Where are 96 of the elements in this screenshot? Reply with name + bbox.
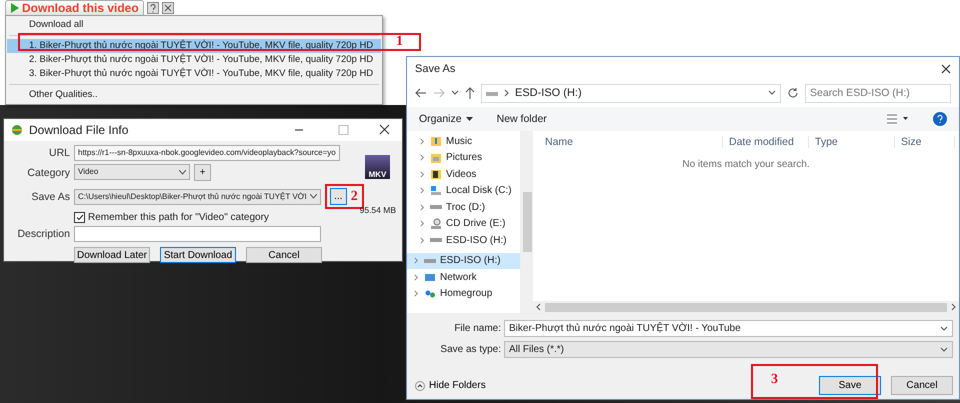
organize-menu[interactable]: Organize — [419, 113, 473, 125]
chevron-down-icon[interactable] — [940, 347, 948, 352]
view-options-icon[interactable] — [887, 114, 909, 124]
url-field[interactable]: https://r1---sn-8pxuuxa-nbok.googlevideo.com/videoplayback?source=yo — [74, 145, 340, 161]
close-icon[interactable] — [162, 2, 174, 14]
drive-icon — [424, 258, 436, 263]
window-title: Download File Info — [29, 123, 130, 137]
chevron-icon[interactable] — [413, 290, 420, 298]
chevron-up-icon — [415, 380, 425, 390]
column-header[interactable]: Size — [895, 136, 955, 148]
add-category-button[interactable]: + — [194, 164, 211, 181]
file-size: 95.54 MB — [360, 205, 396, 215]
menu-item[interactable]: Download all — [7, 18, 382, 32]
field-label: Save as type: — [439, 344, 501, 355]
cd-drive-icon — [430, 218, 442, 230]
search-field[interactable]: Search ESD-ISO (H:) — [805, 84, 951, 102]
refresh-icon[interactable] — [787, 87, 799, 99]
caret-icon — [179, 170, 186, 174]
field-label: Category — [26, 166, 70, 178]
chevron-icon[interactable] — [419, 187, 426, 194]
field-label: URL — [48, 147, 70, 159]
back-arrow-icon[interactable] — [415, 88, 427, 98]
chevron-icon[interactable] — [419, 220, 426, 228]
step-number: 3 — [771, 372, 778, 388]
menu-item[interactable]: 3. Biker-Phượt thủ nước ngoài TUYỆT VỜI! - YouTube, MKV file, quality 720p HD — [7, 67, 382, 81]
field-label: Save As — [30, 190, 70, 202]
network-icon — [424, 271, 436, 284]
folder-tree-item[interactable]: Music — [407, 133, 520, 150]
address-bar[interactable]: ESD-ISO (H:) — [481, 84, 781, 102]
column-header[interactable]: Date modified — [723, 136, 809, 148]
chevron-left-icon[interactable] — [536, 303, 541, 311]
globe-icon — [10, 124, 24, 136]
chevron-icon[interactable] — [419, 236, 426, 244]
step-number: 1 — [396, 34, 403, 50]
system-drive-icon — [430, 184, 442, 197]
chevron-down-icon — [768, 90, 776, 96]
menu-item[interactable]: Other Qualities.. — [7, 88, 382, 102]
step-number: 2 — [350, 188, 358, 204]
drive-icon — [486, 89, 498, 97]
file-type-dropdown[interactable]: All Files (*.*) — [504, 341, 953, 358]
chevron-icon[interactable] — [419, 170, 426, 178]
column-header[interactable]: Name — [533, 136, 723, 148]
dialog-button[interactable]: Cancel — [246, 247, 322, 263]
folder-tree-item[interactable]: ESD-ISO (H:) — [407, 232, 520, 248]
folder-tree-item[interactable]: Pictures — [407, 150, 520, 166]
help-icon[interactable] — [146, 2, 159, 14]
browse-button[interactable]: ... — [330, 188, 347, 205]
caret-icon — [310, 194, 317, 199]
folder-tree-item[interactable]: Local Disk (C:) — [407, 182, 520, 199]
chevron-right-icon[interactable] — [951, 303, 956, 311]
folder-tree-item[interactable]: Homegroup — [407, 286, 520, 302]
field-label: Description — [16, 228, 70, 240]
save-path-dropdown[interactable]: C:\Users\hieul\Desktop\Biker-Phượt thủ nước ngoài TUYỆT VỜI — [74, 188, 321, 204]
chevron-icon[interactable] — [419, 154, 426, 162]
dialog-button[interactable]: Cancel — [891, 376, 953, 395]
chevron-right-icon — [504, 89, 509, 97]
field-label: File name: — [453, 323, 501, 334]
videos-folder-icon — [430, 168, 442, 180]
category-dropdown[interactable]: Video — [74, 164, 190, 180]
dialog-button[interactable]: Download Later — [74, 247, 150, 263]
chevron-down-icon[interactable] — [451, 90, 459, 96]
column-header[interactable]: Type — [809, 136, 895, 148]
file-name-field[interactable]: Biker-Phượt thủ nước ngoài TUYỆT VỜI! - YouTube — [504, 320, 953, 337]
scrollbar[interactable] — [533, 301, 959, 313]
chevron-icon[interactable] — [413, 274, 420, 281]
scrollbar[interactable] — [521, 131, 533, 313]
new-folder-button[interactable]: New folder — [496, 113, 547, 125]
close-icon[interactable] — [941, 64, 951, 74]
caret-icon — [466, 117, 473, 121]
window-title: Save As — [415, 63, 456, 75]
checkbox[interactable] — [74, 212, 85, 223]
chevron-icon[interactable] — [419, 138, 426, 145]
drive-icon — [430, 238, 442, 242]
folder-tree-item[interactable]: Network — [407, 269, 520, 286]
homegroup-icon — [424, 288, 436, 300]
chevron-icon[interactable] — [413, 257, 420, 264]
play-icon — [10, 3, 19, 13]
hide-folders-button[interactable]: Hide Folders — [415, 380, 486, 391]
drive-icon — [430, 205, 442, 210]
chevron-down-icon[interactable] — [940, 326, 948, 331]
checkbox-label: Remember this path for "Video" category — [88, 212, 269, 223]
folder-tree-item[interactable]: Troc (D:) — [407, 199, 520, 216]
dialog-button[interactable]: Start Download — [160, 247, 236, 263]
mkv-file-icon: MKV — [365, 155, 390, 179]
chevron-icon[interactable] — [419, 204, 426, 211]
music-folder-icon — [430, 135, 442, 148]
folder-tree-item[interactable]: ESD-ISO (H:) — [407, 252, 520, 269]
menu-item[interactable]: 2. Biker-Phượt thủ nước ngoài TUYỆT VỜI! - YouTube, MKV file, quality 720p HD — [7, 53, 382, 67]
pictures-folder-icon — [430, 152, 442, 164]
up-arrow-icon[interactable] — [465, 87, 475, 99]
description-field[interactable] — [74, 226, 321, 242]
folder-tree-item[interactable]: CD Drive (E:) — [407, 216, 520, 232]
empty-message: No items match your search. — [682, 159, 810, 170]
folder-tree-item[interactable]: Videos — [407, 166, 520, 182]
help-icon[interactable] — [933, 112, 947, 126]
dialog-button[interactable]: Save — [819, 376, 881, 395]
